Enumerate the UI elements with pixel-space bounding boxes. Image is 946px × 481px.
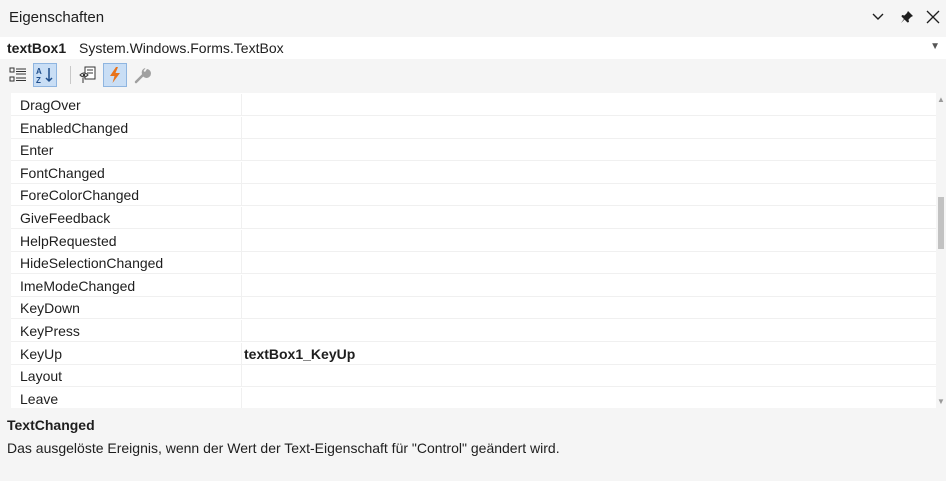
property-grid: DragOver EnabledChanged Enter FontChanged Fo…	[0, 93, 936, 408]
column-divider	[241, 161, 242, 184]
column-divider	[241, 365, 242, 388]
column-divider	[241, 320, 242, 342]
event-name: GiveFeedback	[20, 210, 111, 226]
event-row[interactable]: Enter	[11, 139, 936, 162]
vertical-scrollbar[interactable]: ▲ ▼	[936, 93, 946, 408]
event-name: Layout	[20, 368, 63, 385]
column-divider	[241, 116, 242, 139]
event-row[interactable]: GiveFeedback	[11, 207, 936, 229]
event-name: HideSelectionChanged	[20, 255, 164, 272]
event-name: HelpRequested	[20, 232, 117, 249]
properties-icon[interactable]	[76, 63, 100, 87]
events-icon[interactable]	[103, 63, 127, 87]
event-row[interactable]: DragOver	[11, 94, 936, 116]
dropdown-arrow-icon[interactable]: ▼	[930, 41, 940, 52]
toolbar: A Z	[0, 59, 946, 91]
event-name: ImeModeChanged	[20, 277, 136, 294]
event-name: Leave	[20, 390, 59, 407]
event-name: FontChanged	[20, 164, 105, 181]
event-name: KeyDown	[20, 300, 80, 317]
close-icon[interactable]	[922, 6, 944, 28]
description-title: TextChanged	[7, 417, 95, 433]
scroll-thumb[interactable]	[938, 197, 944, 249]
event-name: DragOver	[20, 97, 81, 113]
scroll-down-icon[interactable]: ▼	[936, 397, 946, 406]
column-divider	[241, 184, 242, 207]
event-row[interactable]: Layout	[11, 365, 936, 388]
event-row[interactable]: ForeColorChanged	[11, 184, 936, 207]
column-divider	[241, 252, 242, 275]
event-name: KeyPress	[20, 323, 80, 339]
event-row[interactable]: EnabledChanged	[11, 116, 936, 139]
event-row[interactable]: HideSelectionChanged	[11, 252, 936, 275]
column-divider	[241, 207, 242, 229]
scroll-up-icon[interactable]: ▲	[936, 95, 946, 104]
event-name: EnabledChanged	[20, 119, 129, 136]
categorized-icon[interactable]	[6, 63, 30, 87]
alphabetical-icon[interactable]: A Z	[33, 63, 57, 87]
column-divider	[241, 342, 242, 365]
event-row[interactable]: KeyUp textBox1_KeyUp	[11, 342, 936, 365]
event-row[interactable]: ImeModeChanged	[11, 274, 936, 297]
event-row[interactable]: FontChanged	[11, 161, 936, 184]
column-divider	[241, 229, 242, 252]
event-name: KeyUp	[20, 345, 63, 362]
window-title: Eigenschaften	[9, 9, 105, 26]
column-divider	[241, 94, 242, 116]
object-selector[interactable]: textBox1 System.Windows.Forms.TextBox ▼	[0, 37, 946, 59]
svg-text:A: A	[36, 67, 42, 76]
description-panel: TextChanged Das ausgelöste Ereignis, wen…	[0, 410, 946, 481]
column-divider	[241, 297, 242, 320]
object-name: textBox1	[7, 40, 67, 56]
event-handler-value[interactable]: textBox1_KeyUp	[244, 346, 355, 362]
object-type: System.Windows.Forms.TextBox	[79, 40, 284, 56]
pin-icon[interactable]	[896, 6, 918, 28]
toolbar-separator	[70, 66, 71, 84]
event-name: Enter	[20, 142, 54, 159]
chevron-down-icon[interactable]	[867, 6, 889, 28]
event-name: ForeColorChanged	[20, 187, 140, 204]
column-divider	[241, 139, 242, 162]
grid-gutter	[0, 93, 11, 408]
event-row[interactable]: KeyPress	[11, 320, 936, 342]
column-divider	[241, 387, 242, 408]
title-bar: Eigenschaften	[0, 0, 946, 37]
description-text: Das ausgelöste Ereignis, wenn der Wert d…	[7, 440, 560, 456]
svg-text:Z: Z	[36, 76, 41, 84]
property-pages-icon[interactable]	[130, 63, 154, 87]
column-divider	[241, 274, 242, 297]
event-row[interactable]: HelpRequested	[11, 229, 936, 252]
event-row[interactable]: KeyDown	[11, 297, 936, 320]
event-row[interactable]: Leave	[11, 387, 936, 408]
